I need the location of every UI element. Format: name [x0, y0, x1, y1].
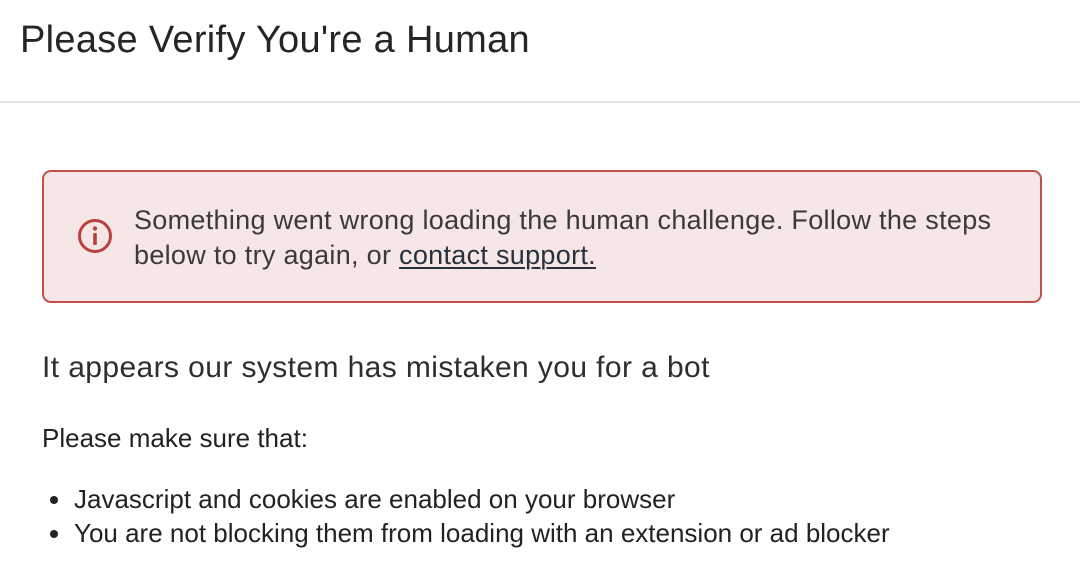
- error-alert: Something went wrong loading the human c…: [42, 170, 1042, 303]
- page-title: Please Verify You're a Human: [20, 19, 530, 61]
- bullet-icon: [50, 496, 58, 504]
- list-item: You are not blocking them from loading w…: [42, 516, 890, 550]
- requirements-list: Javascript and cookies are enabled on yo…: [42, 482, 890, 550]
- list-item-text: Javascript and cookies are enabled on yo…: [74, 484, 676, 514]
- instructions-intro: Please make sure that:: [42, 423, 308, 453]
- list-item-text: You are not blocking them from loading w…: [74, 518, 890, 548]
- info-circle-icon: [78, 219, 112, 253]
- section-heading: It appears our system has mistaken you f…: [42, 351, 710, 384]
- contact-support-link[interactable]: contact support.: [399, 240, 596, 270]
- list-item: Javascript and cookies are enabled on yo…: [42, 482, 890, 516]
- bullet-icon: [50, 530, 58, 538]
- page-header: Please Verify You're a Human: [0, 0, 1080, 103]
- alert-message: Something went wrong loading the human c…: [134, 203, 1019, 273]
